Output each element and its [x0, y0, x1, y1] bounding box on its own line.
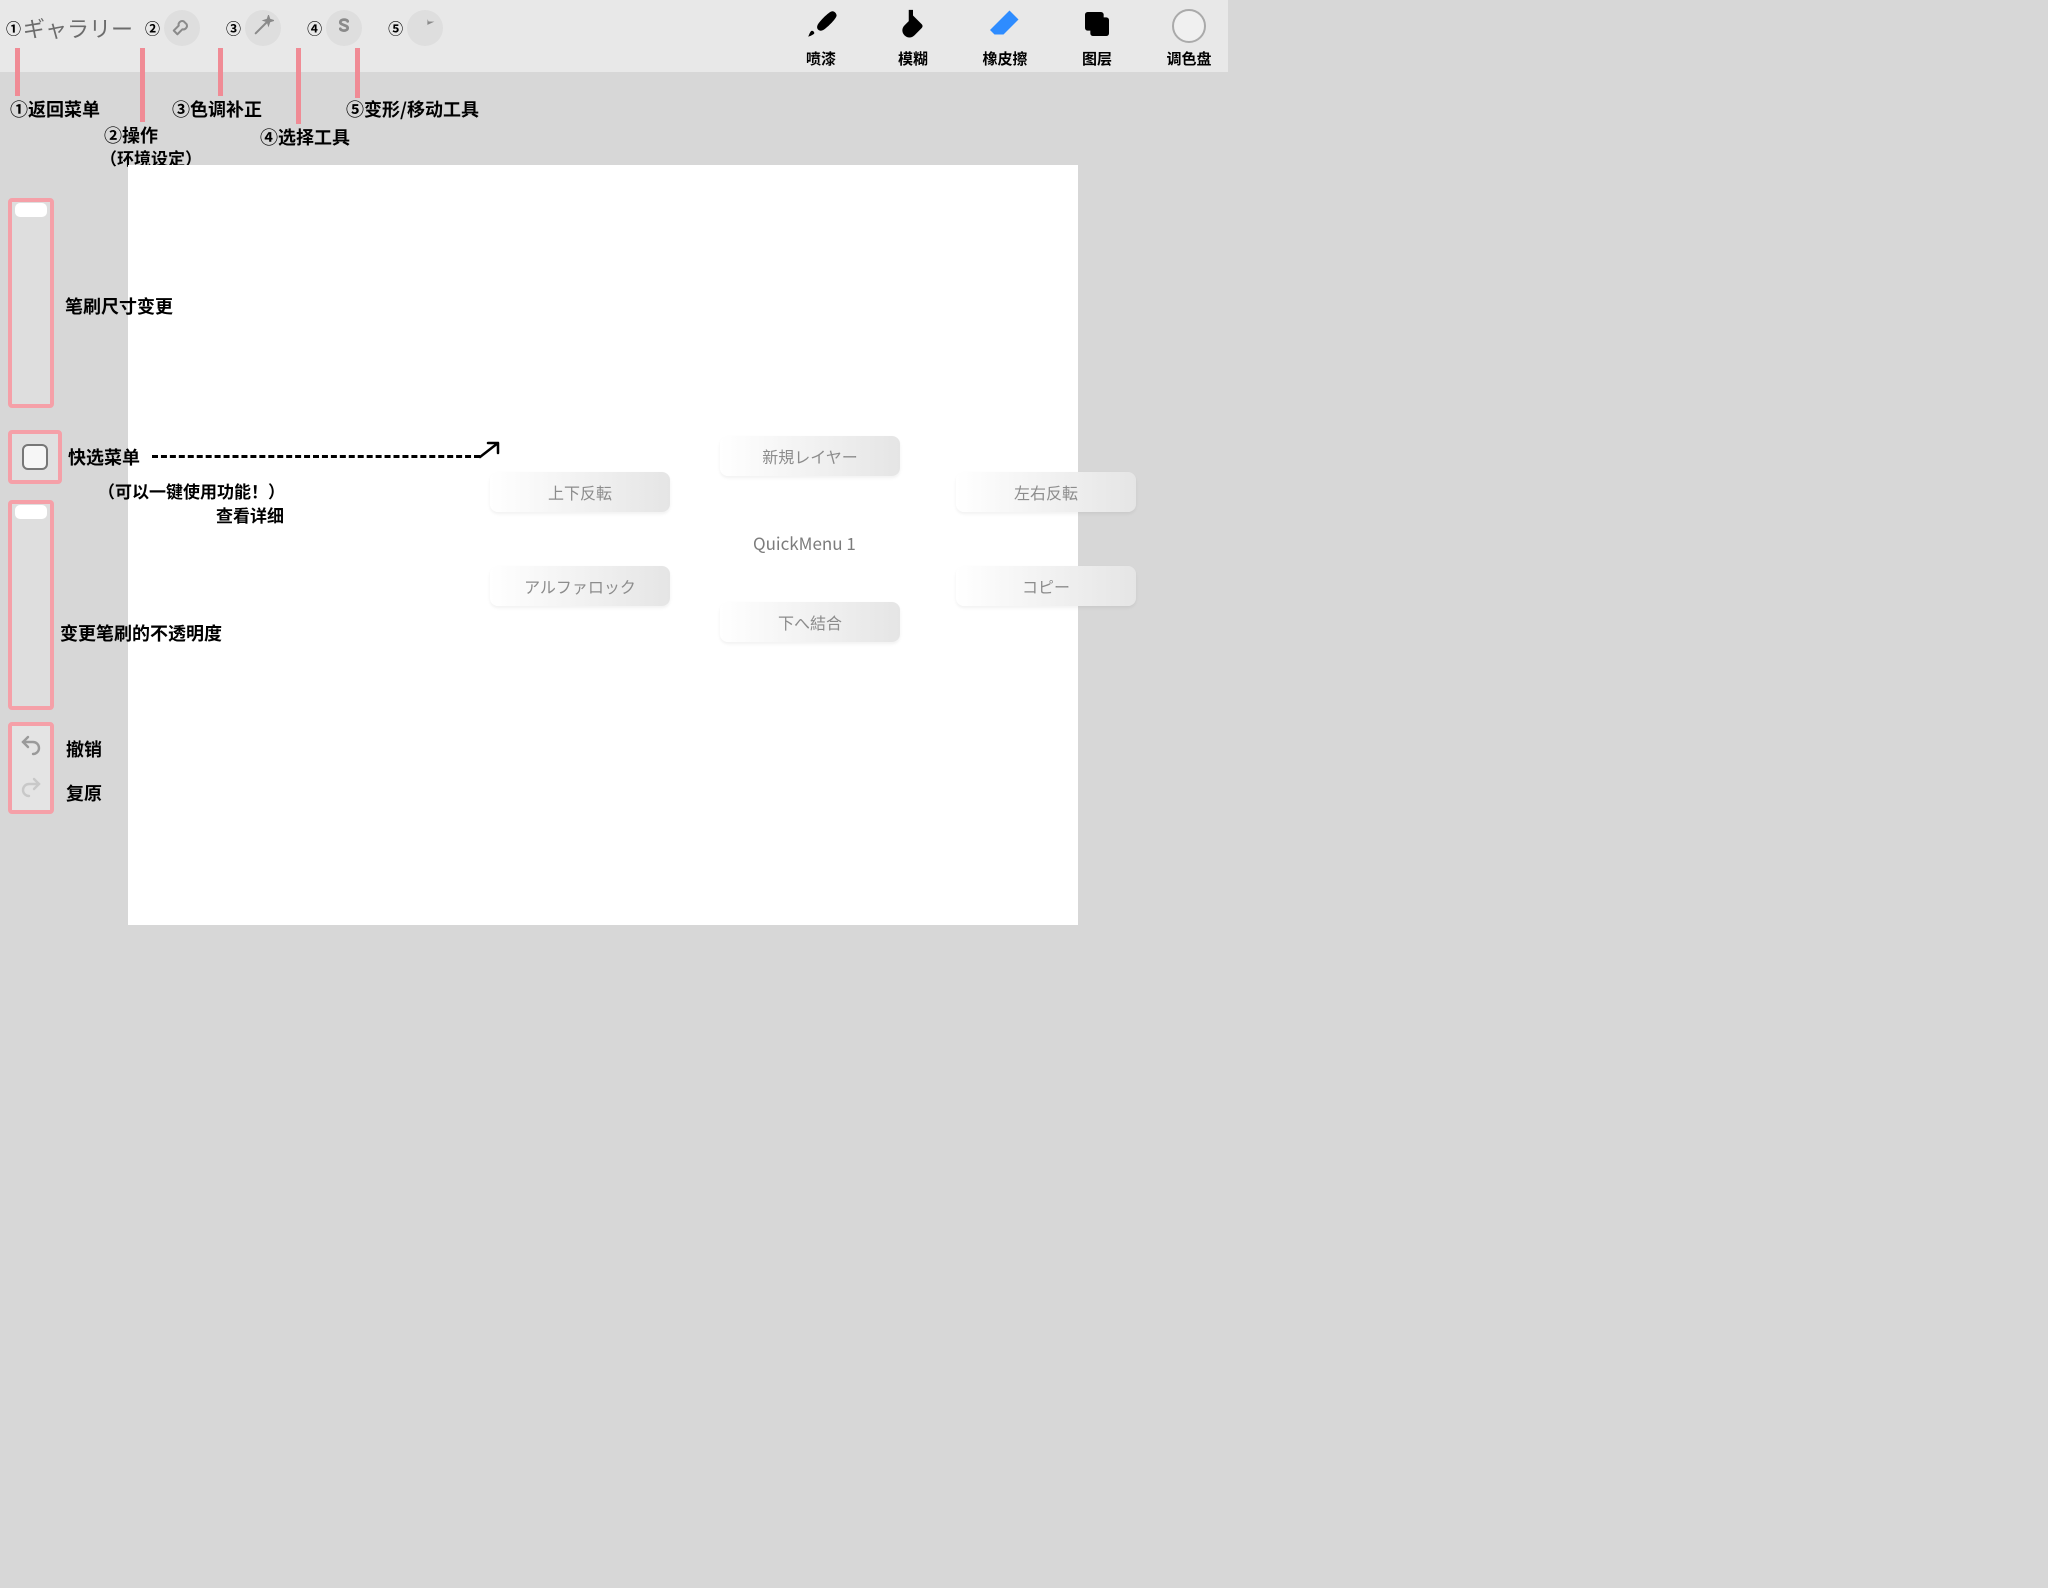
qm-item-left2[interactable]: アルファロック [490, 566, 670, 606]
layers-icon [1081, 8, 1113, 45]
top-right-tools: 喷漆 模糊 橡皮擦 图层 调色盘 [784, 8, 1228, 69]
layers-tool[interactable]: 图层 [1060, 8, 1134, 69]
marker-5: ⑤ [388, 18, 403, 39]
annotation-line-4 [296, 48, 301, 124]
opacity-slider[interactable] [8, 500, 54, 710]
annotation-label-3: ③色调补正 [172, 96, 262, 122]
quickmenu-button[interactable] [8, 430, 62, 484]
annotation-line-5 [355, 48, 360, 98]
brush-size-knob[interactable] [15, 203, 47, 217]
marker-4: ④ [307, 18, 322, 39]
annotation-label-1: ①返回菜单 [10, 96, 100, 122]
marker-3: ③ [226, 18, 241, 39]
square-icon [22, 444, 48, 470]
annotation-line-1 [15, 48, 20, 96]
annotation-label-5: ⑤变形/移动工具 [346, 96, 479, 122]
transform-button[interactable] [407, 10, 443, 46]
annotation-line-2 [140, 48, 145, 122]
brush-size-slider[interactable] [8, 198, 54, 408]
eraser-icon [987, 6, 1023, 47]
color-label: 调色盘 [1166, 48, 1211, 69]
smudge-tool[interactable]: 模糊 [876, 8, 950, 69]
undo-redo-box [8, 722, 54, 814]
color-circle-icon [1172, 9, 1206, 43]
brush-tool[interactable]: 喷漆 [784, 8, 858, 69]
qm-item-bottom[interactable]: 下へ結合 [720, 602, 900, 642]
quickmenu-note: （可以一键使用功能！） [98, 478, 285, 503]
wand-icon [252, 15, 274, 42]
marker-2: ② [145, 18, 160, 39]
annotation-label-4: ④选择工具 [260, 124, 350, 150]
canvas-area[interactable] [128, 165, 1078, 925]
wrench-icon [171, 15, 193, 42]
opacity-label: 变更笔刷的不透明度 [60, 620, 222, 646]
actions-button[interactable] [164, 10, 200, 46]
dashed-arrow-line [152, 455, 480, 458]
qm-title: QuickMenu 1 [753, 530, 856, 555]
qm-item-left1[interactable]: 上下反転 [490, 472, 670, 512]
brush-label: 喷漆 [806, 48, 836, 69]
adjustments-button[interactable] [245, 10, 281, 46]
quickmenu-label: 快选菜单 [68, 444, 140, 470]
smudge-label: 模糊 [898, 48, 928, 69]
gallery-button[interactable]: ギャラリー [23, 12, 133, 44]
redo-icon[interactable] [19, 775, 43, 804]
arrow-head-icon [478, 437, 508, 467]
marker-1: ① [6, 18, 21, 39]
quickmenu-more: 查看详细 [216, 502, 284, 527]
eraser-tool[interactable]: 橡皮擦 [968, 8, 1042, 69]
qm-item-right1[interactable]: 左右反転 [956, 472, 1136, 512]
smudge-icon [896, 7, 930, 46]
top-toolbar: ① ギャラリー ② ③ ④ ⑤ [0, 0, 1228, 72]
redo-label: 复原 [66, 780, 102, 806]
qm-item-right2[interactable]: コピー [956, 566, 1136, 606]
color-tool[interactable]: 调色盘 [1152, 8, 1226, 69]
opacity-knob[interactable] [15, 505, 47, 519]
eraser-label: 橡皮擦 [982, 48, 1027, 69]
cursor-arrow-icon [414, 15, 436, 42]
top-left-group: ① ギャラリー ② ③ ④ ⑤ [0, 0, 443, 46]
undo-label: 撤销 [66, 736, 102, 762]
brush-icon [804, 7, 838, 46]
layers-label: 图层 [1082, 48, 1112, 69]
undo-icon[interactable] [19, 733, 43, 762]
annotation-line-3 [218, 48, 223, 96]
brush-size-label: 笔刷尺寸变更 [65, 293, 173, 319]
qm-item-top[interactable]: 新規レイヤー [720, 436, 900, 476]
selection-button[interactable] [326, 10, 362, 46]
selection-s-icon [333, 15, 355, 42]
